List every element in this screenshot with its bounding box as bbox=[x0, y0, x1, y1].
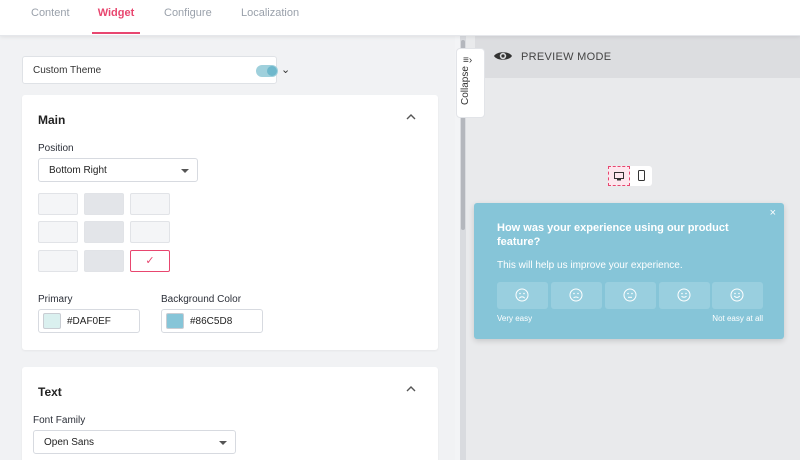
scale-left-label: Very easy bbox=[497, 314, 533, 323]
theme-select[interactable]: Custom Theme ⌄ bbox=[22, 56, 290, 84]
background-color-swatch[interactable] bbox=[166, 313, 184, 329]
background-color-input[interactable]: #86C5D8 bbox=[161, 309, 263, 333]
widget-subtitle: This will help us improve your experienc… bbox=[497, 260, 683, 271]
tab-configure[interactable]: Configure bbox=[164, 0, 212, 34]
survey-widget-preview: × How was your experience using our prod… bbox=[474, 203, 784, 339]
text-section: Text Font Family Open Sans bbox=[22, 367, 438, 460]
main-section-title: Main bbox=[38, 113, 66, 127]
primary-color-input[interactable]: #DAF0EF bbox=[38, 309, 140, 333]
position-bottom-center[interactable] bbox=[84, 250, 124, 272]
position-bottom-left[interactable] bbox=[38, 250, 78, 272]
tab-widget[interactable]: Widget bbox=[92, 0, 140, 34]
caret-down-icon bbox=[219, 441, 227, 445]
position-label: Position bbox=[38, 143, 74, 154]
happy-face-icon bbox=[569, 288, 583, 302]
font-family-dropdown[interactable]: Open Sans bbox=[33, 430, 236, 454]
caret-down-icon bbox=[181, 169, 189, 173]
position-top-right[interactable] bbox=[130, 193, 170, 215]
scale-right-label: Not easy at all bbox=[712, 314, 763, 323]
position-value: Bottom Right bbox=[49, 165, 107, 176]
rating-button-4[interactable] bbox=[659, 282, 710, 309]
neutral-face-icon bbox=[623, 288, 637, 302]
font-family-label: Font Family bbox=[33, 415, 86, 426]
position-middle-left[interactable] bbox=[38, 221, 78, 243]
background-color-hex: #86C5D8 bbox=[190, 316, 233, 327]
theme-label: Custom Theme bbox=[33, 65, 102, 76]
position-middle-right[interactable] bbox=[130, 221, 170, 243]
tab-bar: Content Widget Configure Localization bbox=[0, 0, 800, 36]
primary-label: Primary bbox=[38, 294, 73, 305]
position-middle-center[interactable] bbox=[84, 221, 124, 243]
collapse-label: Collapse bbox=[460, 66, 471, 105]
rating-button-3[interactable] bbox=[605, 282, 656, 309]
mobile-icon[interactable] bbox=[630, 166, 652, 186]
eye-icon bbox=[494, 52, 512, 60]
position-bottom-right[interactable]: ✓ bbox=[130, 250, 170, 272]
background-color-label: Background Color bbox=[161, 294, 242, 305]
main-section: Main Position Bottom Right ✓ Primary #DA… bbox=[22, 95, 438, 350]
device-toggle bbox=[608, 166, 652, 186]
rating-button-1[interactable] bbox=[497, 282, 548, 309]
position-top-left[interactable] bbox=[38, 193, 78, 215]
chevron-up-icon[interactable] bbox=[406, 111, 416, 123]
font-family-value: Open Sans bbox=[44, 437, 95, 448]
collapse-tab[interactable]: ≡› Collapse bbox=[456, 48, 485, 118]
tab-content[interactable]: Content bbox=[31, 0, 70, 34]
rating-button-5[interactable] bbox=[712, 282, 763, 309]
rating-button-2[interactable] bbox=[551, 282, 602, 309]
tab-localization[interactable]: Localization bbox=[241, 0, 299, 34]
menu-expand-icon: ≡› bbox=[463, 55, 473, 66]
primary-color-hex: #DAF0EF bbox=[67, 316, 111, 327]
position-top-center[interactable] bbox=[84, 193, 124, 215]
sad-face-icon bbox=[677, 288, 691, 302]
theme-color-swatch bbox=[256, 65, 278, 77]
chevron-up-icon[interactable] bbox=[406, 383, 416, 395]
position-dropdown[interactable]: Bottom Right bbox=[38, 158, 198, 182]
desktop-icon[interactable] bbox=[608, 166, 630, 186]
widget-question: How was your experience using our produc… bbox=[497, 222, 729, 248]
preview-mode-title: PREVIEW MODE bbox=[521, 51, 612, 63]
text-section-title: Text bbox=[38, 385, 62, 399]
theme-color-dot bbox=[267, 66, 277, 76]
chevron-down-icon: ⌄ bbox=[281, 64, 291, 76]
very-sad-face-icon bbox=[730, 288, 744, 302]
very-happy-face-icon bbox=[515, 288, 529, 302]
primary-color-swatch[interactable] bbox=[43, 313, 61, 329]
close-icon[interactable]: × bbox=[770, 207, 776, 219]
